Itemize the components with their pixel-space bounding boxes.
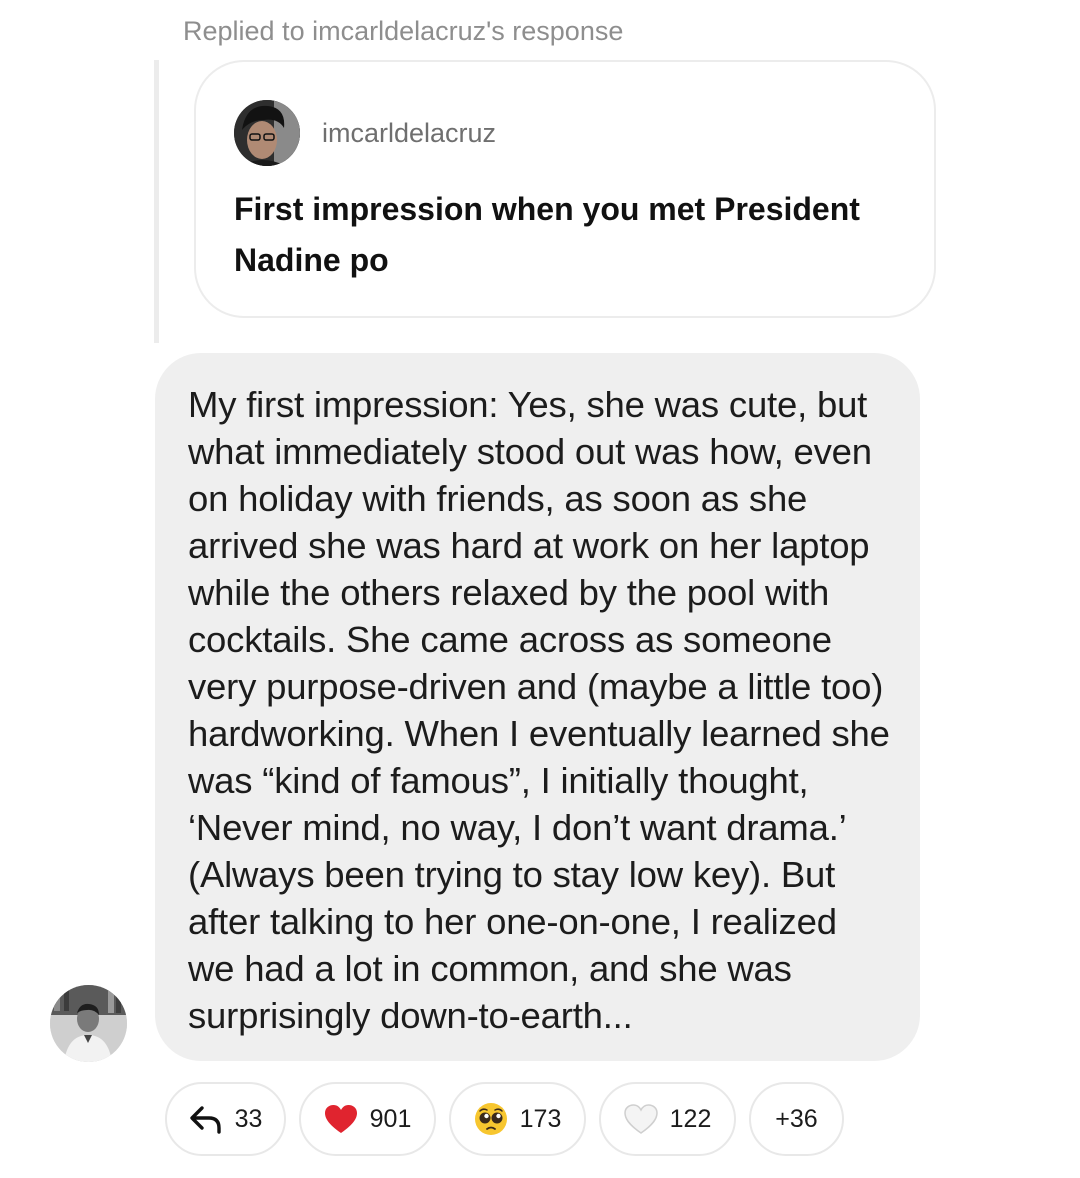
sender-avatar[interactable] <box>50 985 127 1062</box>
replied-to-label: Replied to imcarldelacruz's response <box>183 16 624 46</box>
pleading-face-count: 173 <box>519 1104 562 1133</box>
reaction-chip-pleading-face[interactable]: 173 <box>449 1082 586 1156</box>
quoted-message-card[interactable]: imcarldelacruz First impression when you… <box>194 60 936 318</box>
quoted-username[interactable]: imcarldelacruz <box>322 114 496 152</box>
white-heart-count: 122 <box>669 1104 712 1133</box>
more-reactions-count: +36 <box>775 1104 818 1133</box>
white-heart-icon <box>623 1102 658 1136</box>
reply-count: 33 <box>234 1104 263 1133</box>
quoted-message-text: First impression when you met President … <box>234 191 860 278</box>
more-reactions-chip[interactable]: +36 <box>749 1082 844 1156</box>
message-bubble[interactable]: My first impression: Yes, she was cute, … <box>155 353 920 1061</box>
reaction-chip-red-heart[interactable]: 901 <box>299 1082 436 1156</box>
quoted-user-avatar[interactable] <box>234 100 300 166</box>
message-text: My first impression: Yes, she was cute, … <box>188 384 890 1036</box>
reaction-chip-white-heart[interactable]: 122 <box>599 1082 736 1156</box>
reply-chip[interactable]: 33 <box>165 1082 286 1156</box>
red-heart-icon <box>324 1102 358 1136</box>
thread-line <box>154 60 159 343</box>
reply-arrow-icon <box>189 1102 223 1136</box>
red-heart-count: 901 <box>369 1104 412 1133</box>
pleading-face-icon <box>474 1102 508 1136</box>
